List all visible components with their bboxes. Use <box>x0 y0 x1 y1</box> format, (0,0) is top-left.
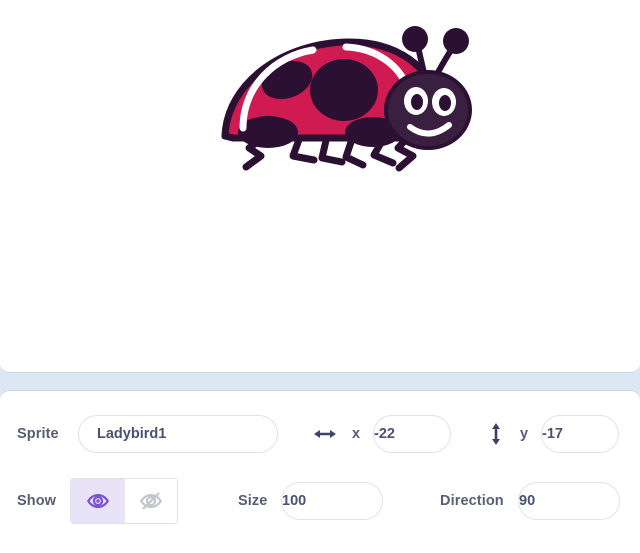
x-coordinate-label: x <box>352 426 361 442</box>
sprite-name-label: Sprite <box>17 426 59 442</box>
direction-label: Direction <box>440 493 504 509</box>
y-coordinate-label: y <box>520 426 529 442</box>
y-coordinate-input[interactable] <box>541 415 619 453</box>
x-coordinate-input[interactable] <box>373 415 451 453</box>
show-visible-button[interactable] <box>71 479 124 523</box>
size-label: Size <box>238 493 268 509</box>
sprite-info-panel: Sprite x <box>0 390 640 553</box>
horizontal-arrows-icon <box>312 421 338 447</box>
sprite-info-row-bottom: Show Size 100 Direction 90 <box>0 476 640 526</box>
show-hidden-button[interactable] <box>124 479 177 523</box>
ladybird-sprite[interactable] <box>213 24 479 184</box>
vertical-arrows-icon <box>486 421 506 447</box>
eye-icon <box>86 490 109 512</box>
scratch-sprite-editor: Sprite x <box>0 0 640 553</box>
stage-panel <box>0 0 640 373</box>
size-input[interactable] <box>281 482 383 520</box>
stage-canvas[interactable] <box>0 0 640 372</box>
direction-input[interactable] <box>518 482 620 520</box>
show-toggle-group <box>70 478 178 524</box>
eye-crossed-icon <box>140 490 162 512</box>
sprite-name-input[interactable] <box>78 415 278 453</box>
sprite-info-row-top: Sprite x <box>0 409 640 459</box>
show-label: Show <box>17 493 57 509</box>
